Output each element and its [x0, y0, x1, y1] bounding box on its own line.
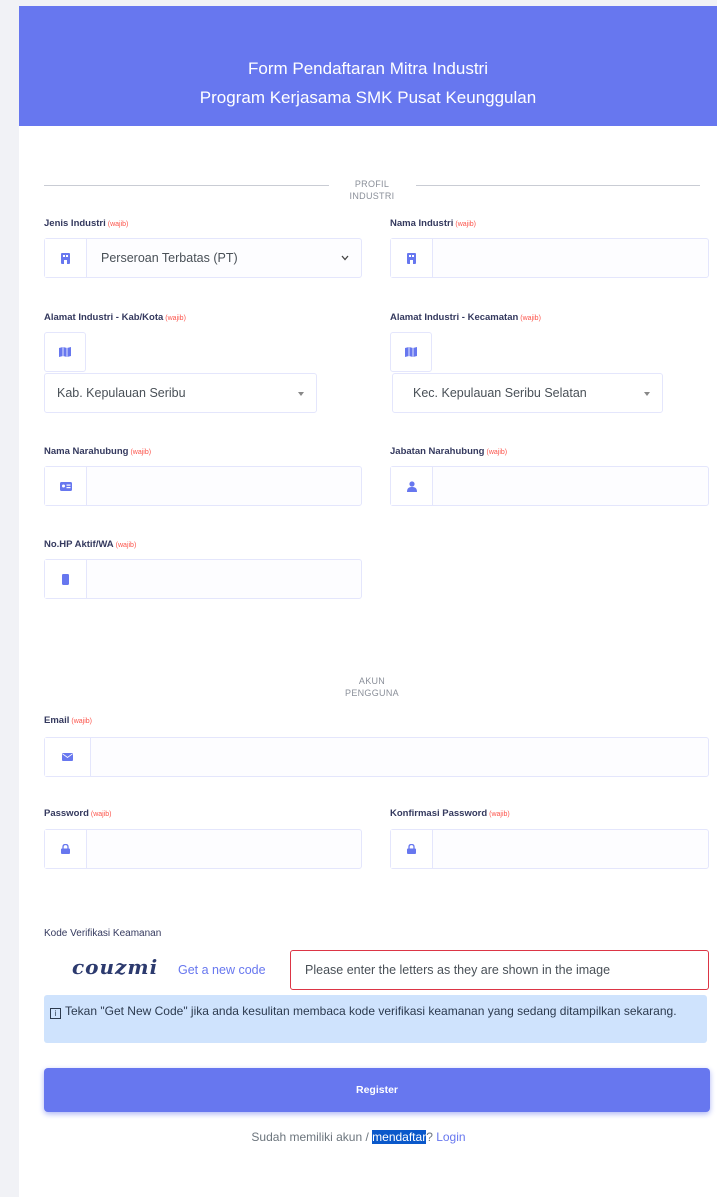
- id-card-icon: [45, 467, 87, 505]
- card-header: Form Pendaftaran Mitra Industri Program …: [19, 6, 717, 126]
- nohp-field[interactable]: [44, 559, 362, 599]
- kecamatan-select[interactable]: Kec. Kepulauan Seribu Selatan: [392, 373, 663, 413]
- section-title-profil: PROFIL INDUSTRI: [349, 179, 395, 201]
- user-icon: [391, 467, 433, 505]
- caret-down-icon: [644, 392, 650, 396]
- register-button[interactable]: Register: [44, 1068, 710, 1112]
- lock-icon: [45, 830, 87, 868]
- captcha-info-alert: i Tekan "Get New Code" jika anda kesulita…: [44, 995, 707, 1043]
- map-icon: [390, 332, 432, 372]
- email-input[interactable]: [91, 738, 708, 776]
- caret-down-icon: [298, 392, 304, 396]
- kecamatan-label: Alamat Industri - Kecamatan (wajib): [390, 312, 541, 323]
- nama-industri-input[interactable]: [433, 239, 708, 277]
- building-icon: [45, 239, 87, 277]
- footer-prefix: Sudah memiliki akun /: [251, 1130, 373, 1144]
- building-icon: [391, 239, 433, 277]
- section-divider-right: [416, 185, 700, 186]
- footer-login-prompt: Sudah memiliki akun / mendaftar? Login: [0, 1130, 717, 1144]
- jabatan-narahubung-input[interactable]: [433, 467, 708, 505]
- konfirmasi-password-field[interactable]: [390, 829, 709, 869]
- konfirmasi-password-input[interactable]: [433, 830, 708, 868]
- get-new-code-link[interactable]: Get a new code: [178, 963, 266, 977]
- form-subtitle: Program Kerjasama SMK Pusat Keunggulan: [199, 88, 537, 107]
- lock-icon: [391, 830, 433, 868]
- info-icon: i: [50, 1008, 61, 1019]
- footer-highlight: mendaftar: [372, 1130, 427, 1144]
- kabkota-select[interactable]: Kab. Kepulauan Seribu: [44, 373, 317, 413]
- footer-suffix: ?: [426, 1130, 437, 1144]
- email-field[interactable]: [44, 737, 709, 777]
- password-label: Password (wajib): [44, 808, 112, 819]
- jenis-industri-label: Jenis Industri (wajib): [44, 218, 129, 229]
- nama-narahubung-input[interactable]: [87, 467, 361, 505]
- captcha-label: Kode Verifikasi Keamanan: [44, 928, 162, 939]
- jabatan-narahubung-label: Jabatan Narahubung (wajib): [390, 446, 508, 457]
- envelope-icon: [45, 738, 91, 776]
- chevron-down-icon: [341, 253, 349, 263]
- nama-narahubung-field[interactable]: [44, 466, 362, 506]
- section-title-akun: AKUN PENGGUNA: [345, 676, 399, 698]
- captcha-input[interactable]: [290, 950, 709, 990]
- map-icon: [44, 332, 86, 372]
- captcha-info-text: Tekan "Get New Code" jika anda kesulitan…: [65, 1004, 677, 1018]
- nama-narahubung-label: Nama Narahubung (wajib): [44, 446, 152, 457]
- kecamatan-value: Kec. Kepulauan Seribu Selatan: [413, 386, 587, 400]
- nohp-label: No.HP Aktif/WA (wajib): [44, 539, 137, 550]
- email-label: Email (wajib): [44, 715, 92, 726]
- kabkota-value: Kab. Kepulauan Seribu: [57, 386, 186, 400]
- nama-industri-label: Nama Industri (wajib): [390, 218, 476, 229]
- section-divider-left: [44, 185, 329, 186]
- captcha-image: couzmi: [72, 955, 159, 979]
- jabatan-narahubung-field[interactable]: [390, 466, 709, 506]
- konfirmasi-password-label: Konfirmasi Password (wajib): [390, 808, 510, 819]
- nohp-input[interactable]: [87, 560, 361, 598]
- form-title: Form Pendaftaran Mitra Industri: [248, 59, 488, 78]
- jenis-industri-select[interactable]: Perseroan Terbatas (PT): [44, 238, 362, 278]
- login-link[interactable]: Login: [436, 1130, 465, 1144]
- jenis-industri-value: Perseroan Terbatas (PT): [101, 251, 238, 265]
- password-field[interactable]: [44, 829, 362, 869]
- kabkota-label: Alamat Industri - Kab/Kota (wajib): [44, 312, 186, 323]
- nama-industri-field[interactable]: [390, 238, 709, 278]
- mobile-icon: [45, 560, 87, 598]
- password-input[interactable]: [87, 830, 361, 868]
